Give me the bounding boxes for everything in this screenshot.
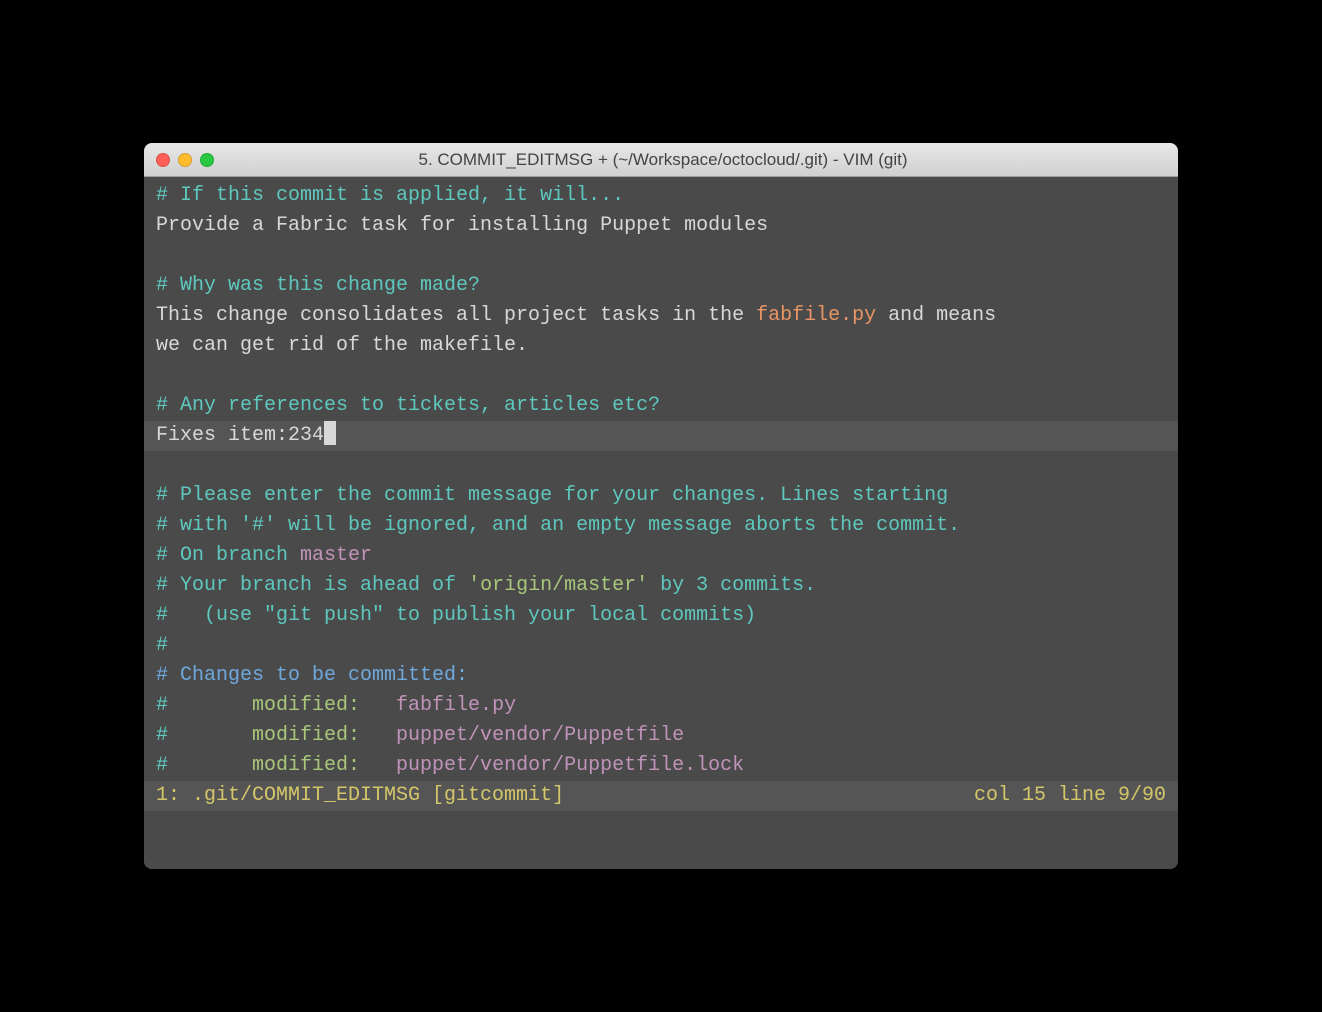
editor-area[interactable]: # If this commit is applied, it will... …: [144, 177, 1178, 869]
reference-text: Fixes item:234: [156, 424, 324, 447]
editor-line: Provide a Fabric task for installing Pup…: [144, 211, 1178, 241]
window-titlebar[interactable]: 5. COMMIT_EDITMSG + (~/Workspace/octoclo…: [144, 143, 1178, 177]
remote-branch: 'origin/master': [468, 574, 648, 597]
file-path: fabfile.py: [396, 694, 516, 717]
terminal-window: 5. COMMIT_EDITMSG + (~/Workspace/octoclo…: [144, 143, 1178, 869]
comment-text: # If this commit is applied, it will...: [156, 184, 624, 207]
editor-line: [144, 241, 1178, 271]
editor-line: # modified: puppet/vendor/Puppetfile: [144, 721, 1178, 751]
file-path: puppet/vendor/Puppetfile.lock: [396, 754, 744, 777]
modified-label: modified:: [252, 724, 396, 747]
filename-highlight: fabfile.py: [756, 304, 876, 327]
editor-line: # Any references to tickets, articles et…: [144, 391, 1178, 421]
editor-line: # On branch master: [144, 541, 1178, 571]
comment-text: # Please enter the commit message for yo…: [156, 484, 948, 507]
editor-line: # with '#' will be ignored, and an empty…: [144, 511, 1178, 541]
editor-line: # modified: fabfile.py: [144, 691, 1178, 721]
modified-label: modified:: [252, 754, 396, 777]
status-file: 1: .git/COMMIT_EDITMSG [gitcommit]: [156, 781, 564, 811]
file-path: puppet/vendor/Puppetfile: [396, 724, 684, 747]
commit-subject: Provide a Fabric task for installing Pup…: [156, 214, 768, 237]
cursor-icon: [324, 421, 336, 445]
editor-line: [144, 451, 1178, 481]
comment-text: # with '#' will be ignored, and an empty…: [156, 514, 960, 537]
editor-bottom-pad: [144, 811, 1178, 869]
window-title: 5. COMMIT_EDITMSG + (~/Workspace/octoclo…: [160, 150, 1166, 170]
editor-line: # If this commit is applied, it will...: [144, 181, 1178, 211]
editor-line: # modified: puppet/vendor/Puppetfile.loc…: [144, 751, 1178, 781]
editor-line: we can get rid of the makefile.: [144, 331, 1178, 361]
comment-text: #: [156, 634, 168, 657]
editor-line: [144, 361, 1178, 391]
editor-line: # Your branch is ahead of 'origin/master…: [144, 571, 1178, 601]
modified-label: modified:: [252, 694, 396, 717]
comment-text: # Any references to tickets, articles et…: [156, 394, 660, 417]
editor-line: # (use "git push" to publish your local …: [144, 601, 1178, 631]
editor-line: # Why was this change made?: [144, 271, 1178, 301]
cursor-line: Fixes item:234: [144, 421, 1178, 451]
editor-line: # Changes to be committed:: [144, 661, 1178, 691]
editor-line: This change consolidates all project tas…: [144, 301, 1178, 331]
editor-line: #: [144, 631, 1178, 661]
changes-header: # Changes to be committed:: [156, 664, 468, 687]
vim-statusbar: 1: .git/COMMIT_EDITMSG [gitcommit] col 1…: [144, 781, 1178, 811]
comment-text: # (use "git push" to publish your local …: [156, 604, 756, 627]
comment-text: # Why was this change made?: [156, 274, 480, 297]
branch-name: master: [300, 544, 372, 567]
editor-line: # Please enter the commit message for yo…: [144, 481, 1178, 511]
status-position: col 15 line 9/90: [974, 781, 1166, 811]
